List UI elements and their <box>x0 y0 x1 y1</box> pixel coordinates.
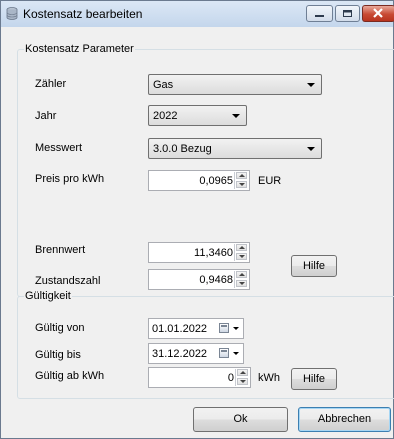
brennwert-spinner[interactable] <box>234 244 248 261</box>
minimize-button[interactable] <box>306 5 333 22</box>
chevron-down-icon <box>233 352 239 355</box>
minimize-icon <box>315 15 324 17</box>
gueltig-ab-kwh-input[interactable]: 0 <box>148 367 251 388</box>
jahr-label: Jahr <box>35 110 57 122</box>
gueltig-von-value: 01.01.2022 <box>152 323 208 335</box>
ok-button[interactable]: Ok <box>193 407 288 432</box>
gueltig-bis-value: 31.12.2022 <box>152 348 208 360</box>
messwert-label: Messwert <box>35 142 83 154</box>
chevron-down-icon <box>232 114 240 118</box>
jahr-value: 2022 <box>153 110 178 122</box>
hilfe-button-validity[interactable]: Hilfe <box>291 368 337 390</box>
gueltig-von-label: Gültig von <box>35 322 85 334</box>
preis-spinner[interactable] <box>234 172 248 189</box>
validity-group-label: Gültigkeit <box>24 290 72 302</box>
zaehler-label: Zähler <box>35 78 67 90</box>
close-button[interactable] <box>362 5 394 22</box>
kwh-spinner[interactable] <box>235 369 249 386</box>
params-group: Kostensatz Parameter Zähler Gas Jahr 202… <box>17 43 394 297</box>
chevron-down-icon <box>307 83 315 87</box>
brennwert-input[interactable]: 11,3460 <box>148 242 250 263</box>
dialog-content: Kostensatz Parameter Zähler Gas Jahr 202… <box>5 29 394 436</box>
gueltig-ab-kwh-label: Gültig ab kWh <box>35 370 105 382</box>
chevron-down-icon <box>307 147 315 151</box>
preis-unit: EUR <box>258 175 282 187</box>
preis-value: 0,0965 <box>199 175 233 187</box>
params-group-label: Kostensatz Parameter <box>24 43 135 55</box>
close-icon <box>373 8 383 18</box>
title-bar[interactable]: Kostensatz bearbeiten <box>1 1 394 27</box>
kwh-unit: kWh <box>258 372 280 384</box>
gueltig-bis-datepicker[interactable]: 31.12.2022 <box>148 343 244 364</box>
brennwert-value: 11,3460 <box>194 247 233 259</box>
dialog-window: Kostensatz bearbeiten Kostensatz Paramet… <box>0 0 394 439</box>
zustandszahl-label: Zustandszahl <box>35 275 101 287</box>
calendar-icon <box>219 323 229 333</box>
chevron-down-icon <box>233 327 239 330</box>
window-title: Kostensatz bearbeiten <box>23 7 143 21</box>
preis-input[interactable]: 0,0965 <box>148 170 250 191</box>
gueltig-bis-label: Gültig bis <box>35 349 81 361</box>
gueltig-ab-kwh-value: 0 <box>227 372 234 384</box>
cancel-button[interactable]: Abbrechen <box>298 407 391 432</box>
zustandszahl-spinner[interactable] <box>234 271 248 288</box>
maximize-button[interactable] <box>335 5 360 22</box>
validity-group: Gültigkeit Gültig von 01.01.2022 Gültig … <box>17 290 394 399</box>
maximize-icon <box>343 10 352 17</box>
calendar-icon <box>219 348 229 358</box>
gueltig-von-datepicker[interactable]: 01.01.2022 <box>148 318 244 339</box>
preis-label: Preis pro kWh <box>35 173 105 185</box>
zustandszahl-input[interactable]: 0,9468 <box>148 269 250 290</box>
hilfe-button-params[interactable]: Hilfe <box>291 255 337 277</box>
messwert-select[interactable]: 3.0.0 Bezug <box>148 138 322 159</box>
zustandszahl-value: 0,9468 <box>199 274 233 286</box>
messwert-value: 3.0.0 Bezug <box>153 143 212 155</box>
database-icon <box>6 7 18 20</box>
zaehler-select[interactable]: Gas <box>148 74 322 95</box>
jahr-select[interactable]: 2022 <box>148 105 247 126</box>
zaehler-value: Gas <box>153 79 174 91</box>
brennwert-label: Brennwert <box>35 244 86 256</box>
